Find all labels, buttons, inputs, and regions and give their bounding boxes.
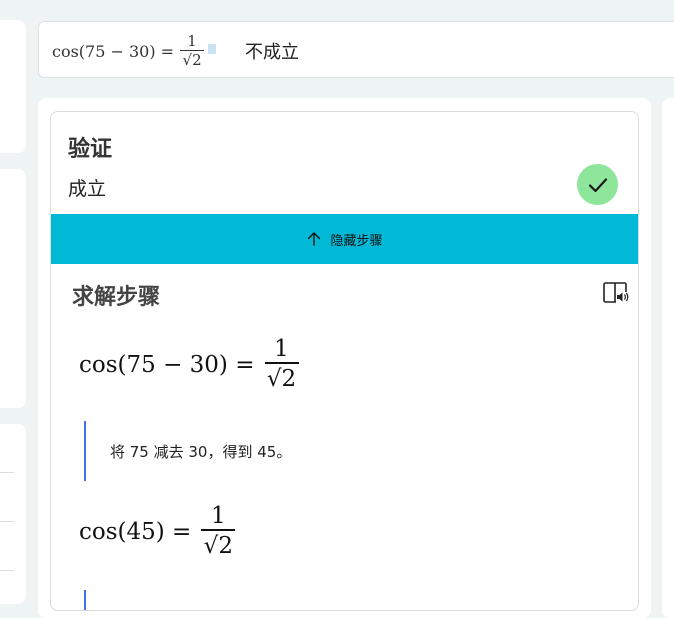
step-explanation-text: 将 75 减去 30，得到 45。	[110, 442, 292, 461]
equation-input[interactable]: cos(75 − 30) = 1 √2 不成立	[38, 21, 674, 78]
equation-lhs: cos(75 − 30) =	[52, 41, 175, 61]
immersive-reader-icon[interactable]	[603, 282, 629, 308]
verify-title: 验证	[68, 137, 113, 162]
right-panel-card	[662, 98, 674, 618]
step-fraction: 1 √2	[264, 336, 299, 394]
step-equation: cos(75 − 30) = 1 √2	[79, 336, 299, 394]
equation-math: cos(75 − 30) = 1 √2	[52, 28, 217, 74]
fraction-numerator: 1	[274, 336, 289, 362]
step-equation: cos(45) = 1 √2	[79, 503, 236, 561]
divider	[0, 472, 14, 473]
left-panel-card	[0, 20, 26, 153]
fraction-denominator: √2	[182, 50, 202, 69]
step-explanation: 将 75 减去 30，得到 45。	[84, 421, 291, 481]
verification-card: 验证 成立 隐藏步骤 求解步骤 cos(75 − 30) = 1 √2 将 75…	[50, 111, 639, 611]
step-lhs: cos(75 − 30) =	[79, 351, 255, 378]
hide-steps-label: 隐藏步骤	[330, 233, 383, 249]
arrow-up-icon	[306, 231, 322, 247]
step-fraction: 1 √2	[201, 503, 236, 561]
step-lhs: cos(45) =	[79, 518, 192, 545]
hide-steps-button[interactable]: 隐藏步骤	[51, 214, 638, 264]
fraction-denominator: √2	[203, 532, 233, 559]
steps-title: 求解步骤	[72, 285, 161, 310]
fraction-numerator: 1	[211, 503, 226, 529]
divider	[0, 521, 14, 522]
verify-status: 成立	[68, 178, 107, 200]
equation-fraction: 1 √2	[180, 31, 205, 70]
divider	[0, 570, 14, 571]
step-explanation	[84, 590, 86, 610]
equation-result: 不成立	[245, 42, 299, 63]
fraction-denominator: √2	[266, 365, 297, 392]
check-icon	[577, 164, 618, 205]
left-panel-card	[0, 169, 26, 408]
fraction-numerator: 1	[187, 31, 197, 50]
text-cursor	[208, 44, 217, 54]
left-panel-card	[0, 424, 26, 604]
